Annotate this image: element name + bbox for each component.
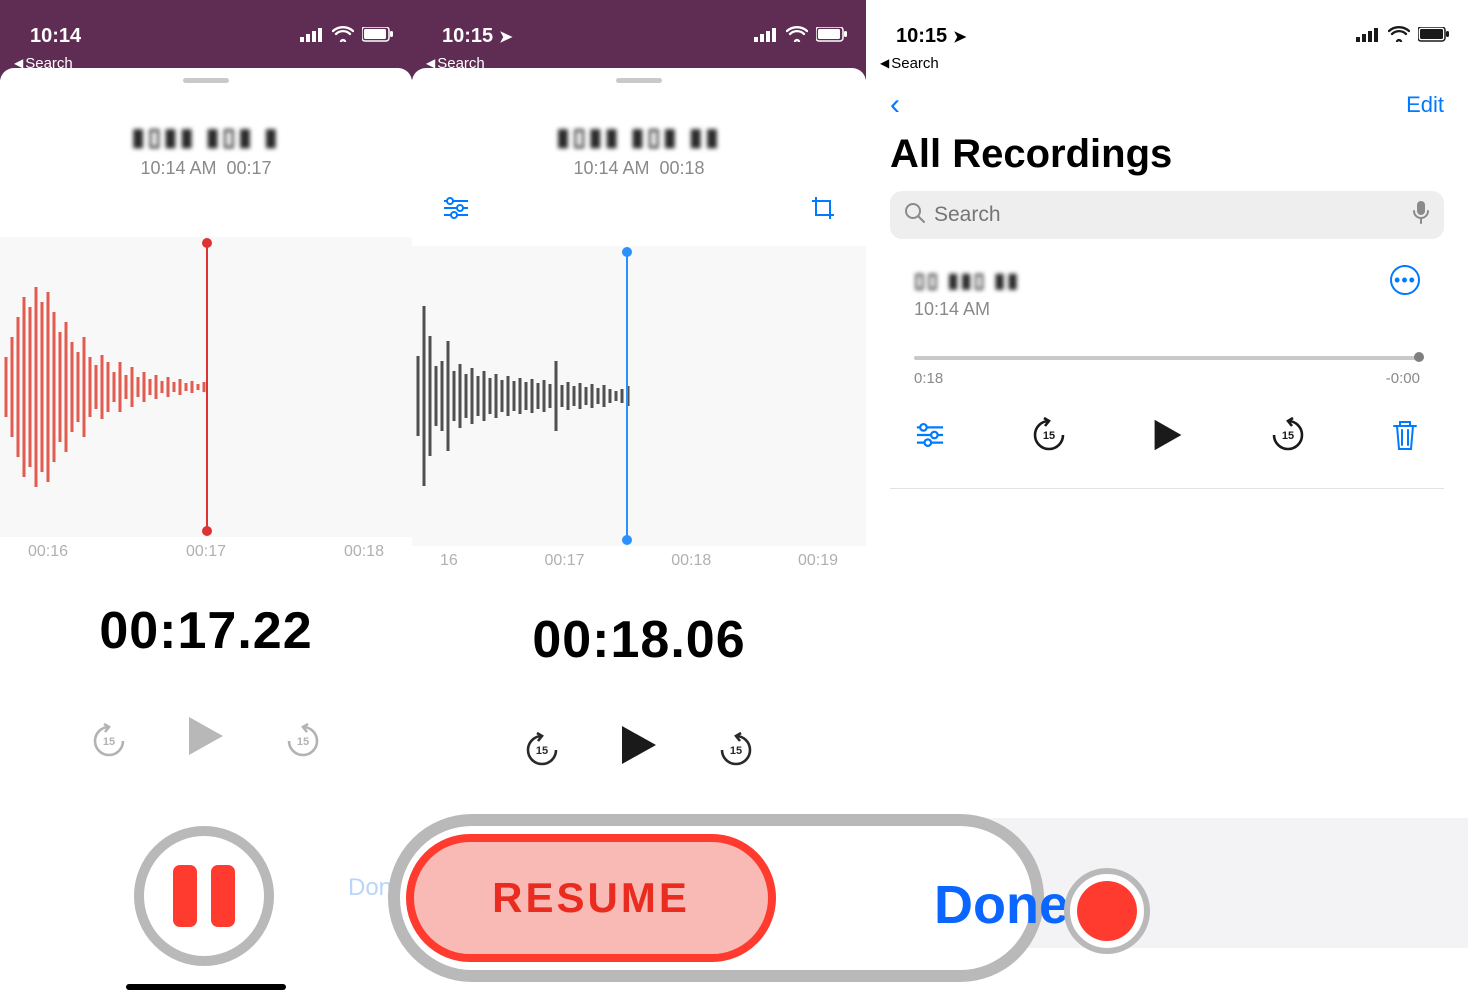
recording-title: ▮▯▮▮ ▮▯▮ ▮ [0,123,412,152]
timeline-ruler: 00:16 00:17 00:18 [0,537,412,561]
cellular-icon [754,25,778,48]
recording-meta: 10:14 AM00:17 [0,158,412,179]
play-button[interactable] [620,724,658,776]
recording-item-timestamp: 10:14 AM [914,299,1420,320]
sheet-handle[interactable] [412,68,866,83]
svg-text:15: 15 [536,745,548,757]
more-options-button[interactable]: ••• [1390,265,1420,295]
battery-icon [362,25,394,48]
recording-item-title: ▯▯ ▮▮▯ ▮▮ [914,268,1020,293]
elapsed-time: 00:17.22 [0,601,412,661]
back-to-search[interactable]: ◀ Search [866,52,1468,80]
playback-controls: 15 15 [412,724,866,776]
wifi-icon [332,25,354,48]
scrubber-times: 0:18 -0:00 [914,370,1420,387]
rewind-15-icon[interactable]: 15 [1031,417,1067,458]
cellular-icon [300,25,324,48]
search-icon [904,202,926,229]
svg-text:15: 15 [103,736,115,748]
status-time: 10:15 [896,25,947,48]
settings-sliders-icon[interactable] [442,195,470,228]
recording-list-item[interactable]: ▯▯ ▮▮▯ ▮▮ ••• 10:14 AM 0:18 -0:00 15 [890,239,1444,489]
back-button[interactable]: ‹ [890,88,900,122]
settings-sliders-icon[interactable] [914,423,946,452]
svg-text:15: 15 [1281,430,1293,442]
playhead[interactable] [206,243,208,531]
forward-15-icon[interactable]: 15 [718,732,754,768]
back-triangle-icon: ◀ [880,56,889,70]
location-icon: ➤ [953,27,966,47]
battery-icon [1418,25,1450,48]
playback-scrubber[interactable] [914,350,1420,364]
status-bar: 10:15 ➤ [866,0,1468,52]
crop-icon[interactable] [810,195,836,228]
sheet-handle[interactable] [0,68,412,83]
pause-button[interactable] [134,826,274,966]
waveform-display[interactable] [412,246,866,546]
cellular-icon [1356,25,1380,48]
resume-button[interactable]: RESUME [406,834,776,962]
rewind-15-icon[interactable]: 15 [524,732,560,768]
waveform-display[interactable] [0,237,412,537]
wifi-icon [786,25,808,48]
forward-15-icon[interactable]: 15 [285,723,321,759]
trash-icon[interactable] [1390,418,1420,457]
playback-controls: 15 15 [0,715,412,767]
svg-text:15: 15 [297,736,309,748]
play-button[interactable] [187,715,225,767]
play-button[interactable] [1151,418,1185,457]
status-bar: 10:15 ➤ [412,0,866,52]
microphone-icon[interactable] [1412,200,1430,230]
location-icon: ➤ [499,27,512,47]
record-dot-icon [1077,881,1137,941]
rewind-15-icon[interactable]: 15 [91,723,127,759]
svg-text:15: 15 [1042,430,1054,442]
timeline-ruler: 16 00:17 00:18 00:19 [412,546,866,570]
svg-text:15: 15 [730,745,742,757]
page-title: All Recordings [866,122,1468,191]
recording-title: ▮▯▮▮ ▮▯▮ ▮▮ [412,123,866,152]
search-field[interactable] [890,191,1444,239]
wifi-icon [1388,25,1410,48]
search-input[interactable] [934,203,1404,227]
done-button[interactable]: Done [934,874,1069,936]
record-button[interactable] [1064,868,1150,954]
forward-15-icon[interactable]: 15 [1270,417,1306,458]
status-time: 10:15 [442,25,493,48]
status-time: 10:14 [30,25,81,48]
recording-meta: 10:14 AM00:18 [412,158,866,179]
battery-icon [816,25,848,48]
edit-button[interactable]: Edit [1406,92,1444,118]
status-bar: 10:14 [0,0,412,52]
elapsed-time: 00:18.06 [412,610,866,670]
pause-button-highlight [114,806,294,986]
playhead[interactable] [626,252,628,540]
